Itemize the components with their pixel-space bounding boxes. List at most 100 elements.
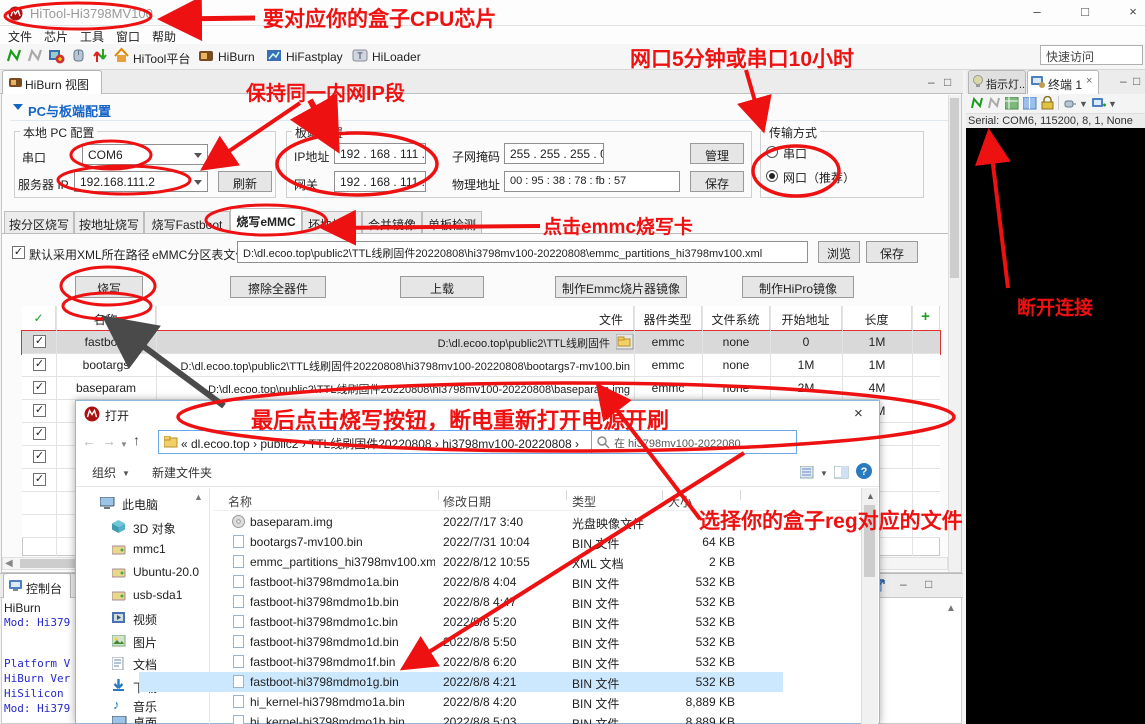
- tab-merge-image[interactable]: 合并镜像: [362, 211, 422, 234]
- up-icon[interactable]: ↑: [133, 432, 140, 448]
- browse-button[interactable]: 浏览: [818, 241, 860, 263]
- file-row[interactable]: fastboot-hi3798mdmo1b.bin 2022/8/8 4:47 …: [139, 592, 783, 612]
- menu-file[interactable]: 文件: [8, 28, 32, 45]
- row-checkbox[interactable]: [33, 450, 46, 463]
- dialog-close-icon[interactable]: ×: [854, 405, 863, 422]
- table-row[interactable]: bootargs D:\dl.ecoo.top\public2\TTL线刷固件2…: [22, 354, 940, 377]
- hiburn-icon[interactable]: [198, 48, 214, 63]
- network-radio[interactable]: [766, 170, 778, 182]
- tab-address-burn[interactable]: 按地址烧写: [74, 211, 144, 234]
- preview-pane-icon[interactable]: [834, 466, 849, 479]
- tab-badblock-check[interactable]: 坏块检测: [302, 211, 362, 234]
- section-collapse-icon[interactable]: [13, 104, 23, 110]
- scrollbar-thumb[interactable]: [950, 98, 959, 278]
- serial-radio-label[interactable]: 串口: [783, 145, 807, 162]
- hiloader-icon[interactable]: T: [352, 48, 368, 63]
- board-config-icon[interactable]: [48, 47, 65, 64]
- chevron-down-icon[interactable]: ▼: [1079, 99, 1088, 109]
- file-row[interactable]: bootargs7-mv100.bin 2022/7/31 10:04 BIN …: [139, 532, 783, 552]
- scroll-lock-icon[interactable]: [1041, 96, 1054, 110]
- remote-icon[interactable]: [71, 48, 87, 64]
- connect-icon[interactable]: [970, 96, 984, 111]
- panel-maximize-icon[interactable]: □: [1133, 74, 1140, 88]
- minimize-button[interactable]: –: [1022, 4, 1052, 22]
- tab-board-check[interactable]: 单板检测: [422, 211, 482, 234]
- file-row[interactable]: fastboot-hi3798mdmo1a.bin 2022/8/8 4:04 …: [139, 572, 783, 592]
- hifastplay-icon[interactable]: [266, 48, 282, 63]
- new-terminal-icon[interactable]: [1092, 96, 1106, 110]
- row-checkbox[interactable]: [33, 473, 46, 486]
- panel-minimize-icon[interactable]: –: [1120, 74, 1127, 88]
- make-emmc-image-button[interactable]: 制作Emmc烧片器镜像: [555, 276, 687, 298]
- quick-access-box[interactable]: 快速访问: [1040, 45, 1143, 65]
- scroll-up-icon[interactable]: ▲: [866, 491, 875, 501]
- file-row[interactable]: fastboot-hi3798mdmo1f.bin 2022/8/8 6:20 …: [139, 652, 783, 672]
- serial-settings-icon[interactable]: [1064, 97, 1077, 110]
- file-row-selected[interactable]: fastboot-hi3798mdmo1g.bin 2022/8/8 4:21 …: [139, 672, 783, 692]
- panel-minimize-icon[interactable]: –: [900, 577, 907, 591]
- hiburn-button[interactable]: HiBurn: [218, 50, 255, 64]
- menu-tools[interactable]: 工具: [80, 28, 104, 45]
- view-maximize-icon[interactable]: □: [944, 75, 951, 89]
- terminal-screen[interactable]: [966, 128, 1145, 724]
- file-row[interactable]: emmc_partitions_hi3798mv100.xml 2022/8/1…: [139, 552, 783, 572]
- serial-radio[interactable]: [766, 146, 778, 158]
- scroll-left-icon[interactable]: ◀: [5, 558, 13, 569]
- upload-button[interactable]: 上载: [400, 276, 484, 298]
- row-checkbox[interactable]: [33, 427, 46, 440]
- mask-input[interactable]: 255 . 255 . 255 . 0: [504, 143, 604, 164]
- row-checkbox[interactable]: [33, 381, 46, 394]
- panel-maximize-icon[interactable]: □: [925, 577, 932, 591]
- search-input[interactable]: 在 hi3798mv100-2022080...: [591, 430, 797, 454]
- tab-burn-emmc[interactable]: 烧写eMMC: [230, 208, 302, 234]
- close-tab-icon[interactable]: ×: [1086, 75, 1092, 87]
- disconnect-icon[interactable]: [27, 48, 43, 64]
- file-row[interactable]: hi_kernel-hi3798mdmo1a.bin 2022/8/8 4:20…: [139, 692, 783, 712]
- table-row[interactable]: fastboot D:\dl.ecoo.top\public2\TTL线刷固件 …: [22, 331, 940, 354]
- gateway-input[interactable]: 192 . 168 . 111 . 1: [334, 171, 426, 192]
- use-xml-path-checkbox[interactable]: [12, 246, 25, 259]
- hifastplay-button[interactable]: HiFastplay: [286, 50, 343, 64]
- help-icon[interactable]: ?: [856, 463, 872, 479]
- connect-icon[interactable]: [6, 48, 22, 64]
- forward-icon[interactable]: →: [102, 433, 116, 449]
- row-checkbox[interactable]: [33, 358, 46, 371]
- row-checkbox[interactable]: [33, 404, 46, 417]
- scroll-up-icon[interactable]: ▲: [194, 492, 203, 502]
- breadcrumb[interactable]: « dl.ecoo.top › public2 › TTL线刷固件2022080…: [158, 430, 630, 454]
- mac-input[interactable]: 00 : 95 : 38 : 78 : fb : 57: [504, 171, 680, 192]
- file-row[interactable]: fastboot-hi3798mdmo1c.bin 2022/8/8 5:20 …: [139, 612, 783, 632]
- chevron-down-icon[interactable]: ▼: [820, 469, 828, 478]
- sidebar-item-this-pc[interactable]: 此电脑: [122, 496, 158, 513]
- chevron-down-icon[interactable]: ▼: [120, 440, 128, 449]
- menu-chip[interactable]: 芯片: [44, 28, 68, 45]
- hiloader-button[interactable]: HiLoader: [372, 50, 421, 64]
- file-row[interactable]: baseparam.img 2022/7/17 3:40 光盘映像文件: [139, 512, 783, 532]
- refresh-button[interactable]: 刷新: [218, 171, 272, 192]
- scrollbar-thumb[interactable]: [864, 505, 875, 577]
- organize-button[interactable]: 组织: [92, 464, 116, 481]
- column-type[interactable]: 类型: [572, 493, 596, 510]
- hitool-platform-button[interactable]: HiTool平台: [133, 50, 190, 67]
- transfer-icon[interactable]: [92, 47, 108, 64]
- columns-icon[interactable]: [1023, 97, 1037, 110]
- row-checkbox[interactable]: [33, 335, 46, 348]
- back-icon[interactable]: ←: [82, 433, 96, 449]
- tab-partition-burn[interactable]: 按分区烧写: [4, 211, 74, 234]
- new-folder-button[interactable]: 新建文件夹: [152, 464, 212, 481]
- partition-table-path-input[interactable]: D:\dl.ecoo.top\public2\TTL线刷固件20220808\h…: [237, 241, 808, 263]
- network-radio-label[interactable]: 网口（推荐）: [783, 169, 855, 186]
- chevron-down-icon[interactable]: ▼: [1108, 99, 1117, 109]
- menu-window[interactable]: 窗口: [116, 28, 140, 45]
- menu-help[interactable]: 帮助: [152, 28, 176, 45]
- manage-button[interactable]: 管理: [690, 143, 744, 164]
- burn-button[interactable]: 烧写: [75, 276, 143, 298]
- table-row[interactable]: baseparam D:\dl.ecoo.top\public2\TTL线刷固件…: [22, 377, 940, 400]
- erase-all-button[interactable]: 擦除全器件: [230, 276, 326, 298]
- make-hipro-image-button[interactable]: 制作HiPro镜像: [742, 276, 854, 298]
- save-xml-button[interactable]: 保存: [866, 241, 918, 263]
- file-row[interactable]: fastboot-hi3798mdmo1d.bin 2022/8/8 5:50 …: [139, 632, 783, 652]
- column-size[interactable]: 大小: [668, 493, 692, 510]
- file-picker-folder-icon[interactable]: [616, 334, 634, 350]
- clear-terminal-icon[interactable]: [1005, 97, 1019, 110]
